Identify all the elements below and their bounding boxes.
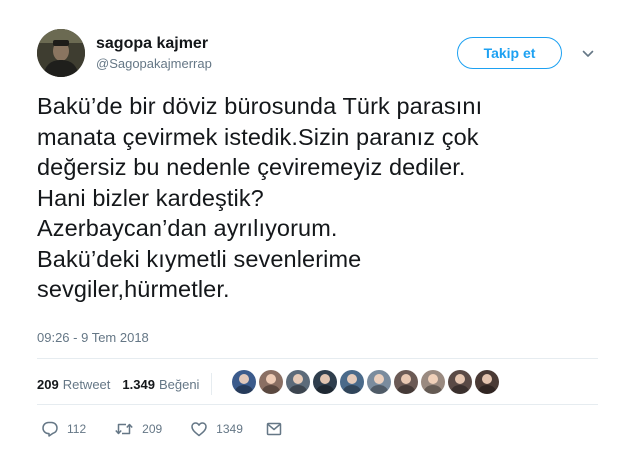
tweet-line: sevgiler,hürmetler.	[37, 276, 230, 302]
liker-avatar[interactable]	[367, 370, 391, 394]
reply-button[interactable]: 112	[41, 420, 86, 438]
retweet-stat[interactable]: 209 Retweet	[37, 377, 110, 392]
liker-avatar[interactable]	[286, 370, 310, 394]
chevron-down-icon[interactable]	[580, 46, 596, 62]
liker-avatar[interactable]	[313, 370, 337, 394]
liker-avatar[interactable]	[232, 370, 256, 394]
retweet-count: 209	[142, 422, 163, 436]
author-name[interactable]: sagopa kajmer	[96, 35, 208, 53]
liker-avatar[interactable]	[394, 370, 418, 394]
tweet-text: Bakü’de bir döviz bürosunda Türk parasın…	[37, 91, 607, 305]
heart-icon	[190, 420, 208, 438]
liker-avatar[interactable]	[448, 370, 472, 394]
retweet-button[interactable]: 209	[114, 420, 162, 438]
tweet-line: Hani bizler kardeştik?	[37, 184, 264, 211]
envelope-icon	[265, 420, 283, 438]
like-stat[interactable]: 1.349 Beğeni	[122, 377, 199, 392]
reply-count: 112	[67, 422, 87, 436]
liker-avatar[interactable]	[259, 370, 283, 394]
author-handle[interactable]: @Sagopakajmerrap	[96, 56, 212, 71]
stats-separator	[211, 373, 213, 395]
reply-icon	[41, 420, 59, 438]
retweet-stat-label: Retweet	[62, 376, 111, 392]
tweet-line: Bakü’deki kıymetli sevenlerime	[37, 245, 362, 272]
divider	[37, 358, 598, 359]
tweet-actions: 112 209 1349	[37, 420, 283, 438]
tweet-line: Azerbaycan’dan ayrılıyorum.	[37, 215, 338, 241]
like-stat-label: Beğeni	[158, 376, 200, 392]
avatar[interactable]	[37, 29, 85, 77]
follow-button[interactable]: Takip et	[457, 37, 562, 69]
tweet-timestamp[interactable]: 09:26 - 9 Tem 2018	[37, 330, 149, 345]
tweet-line: değersiz bu nedenle çeviremeyiz dediler.	[37, 154, 466, 180]
avatar-photo	[37, 29, 85, 77]
liker-avatar[interactable]	[340, 370, 364, 394]
retweet-stat-count: 209	[37, 376, 59, 392]
liker-avatar[interactable]	[421, 370, 445, 394]
like-button[interactable]: 1349	[190, 420, 243, 438]
retweet-icon	[114, 420, 134, 438]
like-stat-count: 1.349	[122, 376, 155, 392]
tweet-line: manata çevirmek istedik.Sizin paranız ço…	[37, 123, 479, 150]
like-count: 1349	[216, 422, 243, 436]
tweet-line: Bakü’de bir döviz bürosunda Türk parasın…	[37, 93, 483, 119]
tweet-stats: 209 Retweet 1.349 Beğeni	[37, 373, 213, 395]
liker-avatars	[232, 370, 502, 394]
liker-avatar[interactable]	[475, 370, 499, 394]
direct-message-button[interactable]	[265, 420, 283, 438]
divider	[37, 404, 598, 405]
